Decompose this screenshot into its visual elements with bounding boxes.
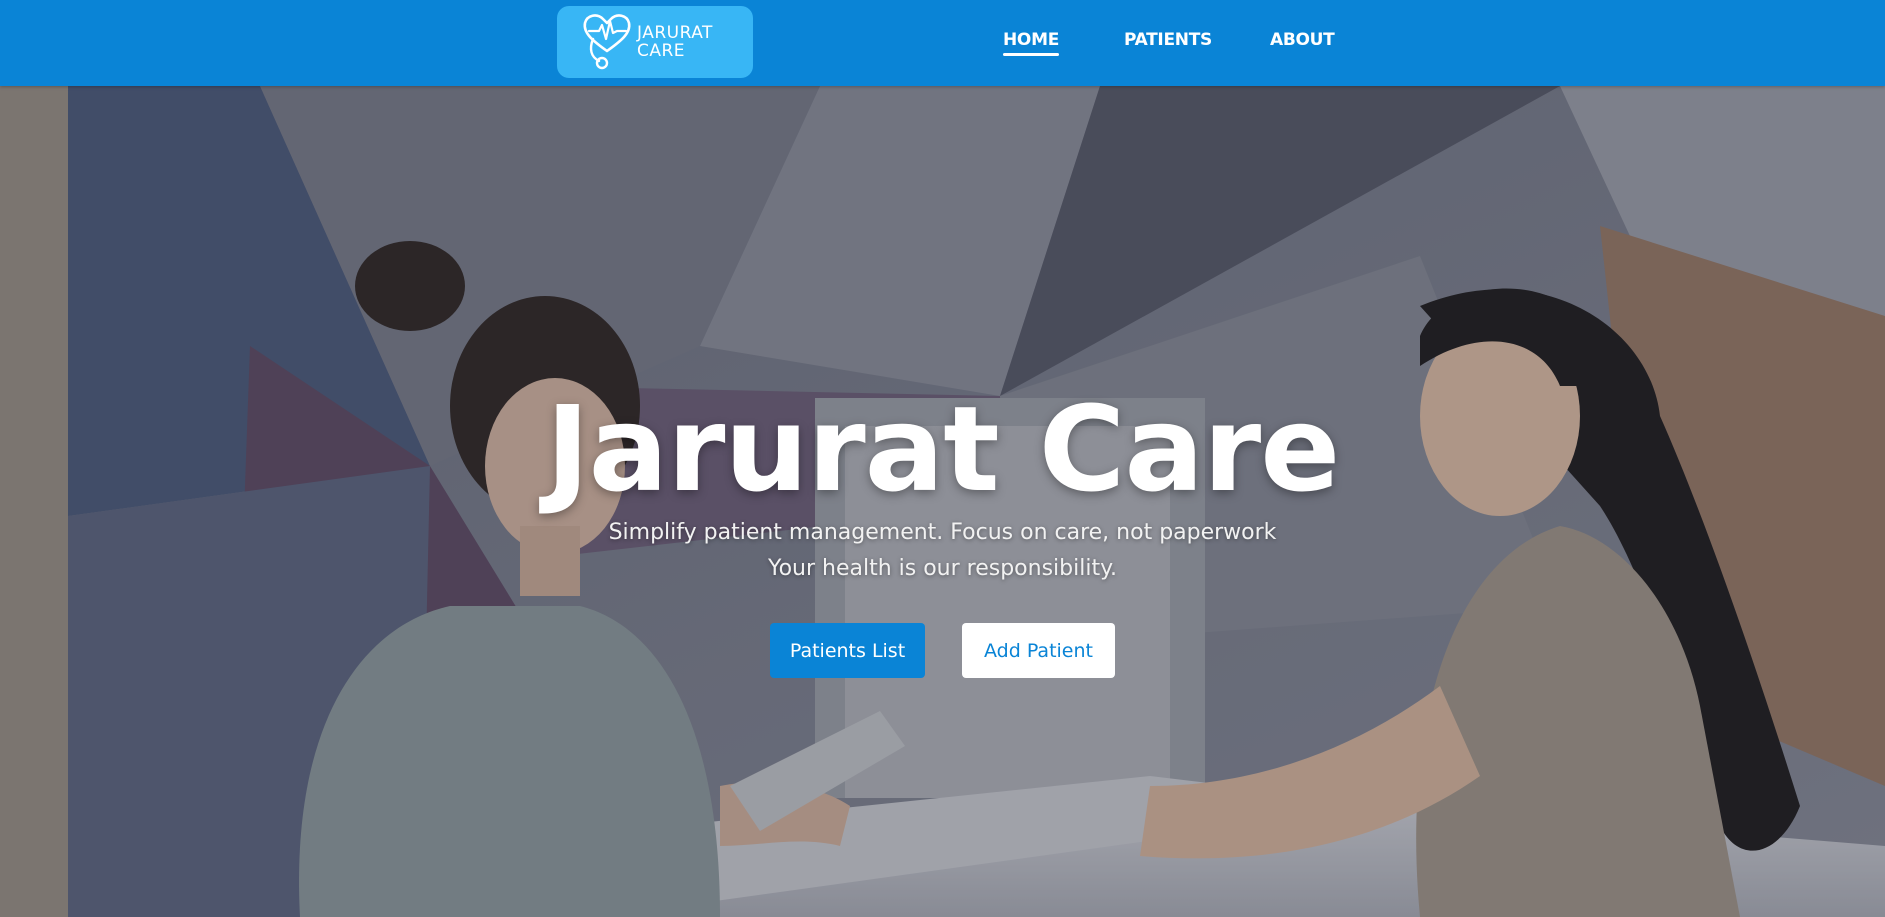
nav-about-link[interactable]: ABOUT: [1270, 30, 1335, 50]
hero-subtitle-line-2: Your health is our responsibility.: [768, 556, 1117, 581]
page: JARURAT CARE HOME PATIENTS ABOUT Jarurat…: [0, 0, 1885, 917]
add-patient-button[interactable]: Add Patient: [962, 623, 1115, 678]
hero-subtitle-line-1: Simplify patient management. Focus on ca…: [608, 520, 1277, 545]
nav-home-link[interactable]: HOME: [1003, 30, 1059, 56]
patients-list-button[interactable]: Patients List: [770, 623, 925, 678]
main-nav: HOME PATIENTS ABOUT: [0, 0, 1885, 86]
hero-title: Jarurat Care: [545, 380, 1341, 518]
top-navbar: JARURAT CARE HOME PATIENTS ABOUT: [0, 0, 1885, 86]
nav-patients-link[interactable]: PATIENTS: [1124, 30, 1212, 50]
hero-subtitle: Simplify patient management. Focus on ca…: [0, 515, 1885, 587]
